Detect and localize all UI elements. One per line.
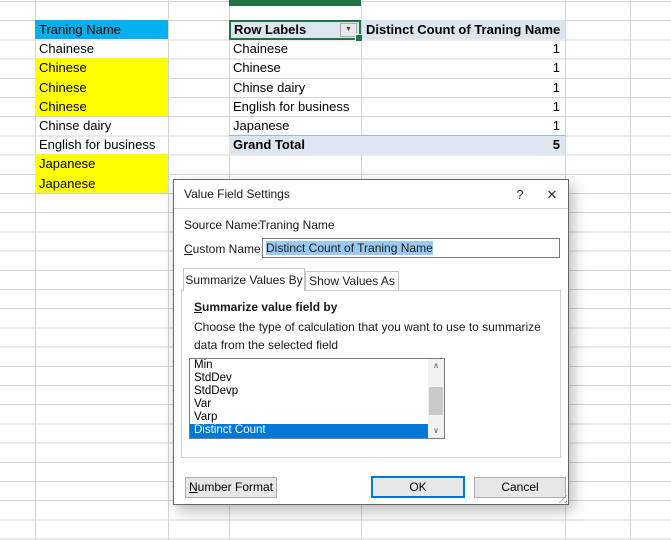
summarize-field-heading: Summarize value field by bbox=[194, 300, 337, 314]
dialog-title: Value Field Settings bbox=[184, 187, 504, 201]
grand-total-value: 5 bbox=[553, 136, 560, 154]
cell-source-row[interactable]: Chinese bbox=[35, 78, 168, 97]
cell-source-row[interactable]: Japanese bbox=[35, 174, 168, 193]
value-field-settings-dialog: Value Field Settings ? ✕ Source Name: Tr… bbox=[173, 179, 569, 505]
help-button[interactable]: ? bbox=[504, 181, 536, 208]
cell-source-row[interactable]: Chainese bbox=[35, 39, 168, 58]
source-name-value: Traning Name bbox=[259, 218, 335, 232]
grand-total-label: Grand Total bbox=[233, 136, 305, 154]
close-icon: ✕ bbox=[547, 187, 558, 202]
cell-pivot-value-header[interactable]: Distinct Count of Traning Name bbox=[362, 20, 565, 39]
help-icon: ? bbox=[516, 187, 523, 202]
custom-name-label: Custom Name: bbox=[184, 242, 264, 256]
list-item[interactable]: Var bbox=[190, 398, 428, 411]
listbox-scrollbar[interactable]: ∧ ∨ bbox=[428, 359, 444, 438]
cell-pivot-value[interactable]: 1 bbox=[361, 58, 565, 77]
column-gridline bbox=[630, 0, 631, 540]
list-item[interactable]: StdDev bbox=[190, 372, 428, 385]
scroll-down-icon[interactable]: ∨ bbox=[428, 424, 444, 438]
cell-source-row[interactable]: Chinese bbox=[35, 97, 168, 116]
cell-pivot-row-label[interactable]: Chinese bbox=[229, 58, 361, 77]
description-line-1: Choose the type of calculation that you … bbox=[194, 320, 541, 334]
custom-name-input[interactable]: Distinct Count of Traning Name bbox=[262, 238, 560, 258]
description-line-2: data from the selected field bbox=[194, 338, 338, 352]
cell-pivot-row-label[interactable]: Chinse dairy bbox=[229, 78, 361, 97]
list-item-selected[interactable]: Distinct Count bbox=[190, 424, 428, 437]
close-button[interactable]: ✕ bbox=[536, 181, 568, 208]
number-format-button[interactable]: Number Format bbox=[185, 477, 277, 498]
cell-source-row[interactable]: Chinese bbox=[35, 58, 168, 77]
row-labels-text: Row Labels bbox=[234, 22, 306, 37]
cell-pivot-row-label[interactable]: Japanese bbox=[229, 116, 361, 135]
cell-pivot-value[interactable]: 1 bbox=[361, 116, 565, 135]
cell-pivot-row-label[interactable]: Chainese bbox=[229, 39, 361, 58]
cell-pivot-row-label[interactable]: English for business bbox=[229, 97, 361, 116]
scrollbar-thumb[interactable] bbox=[429, 387, 443, 415]
custom-name-selected-text: Distinct Count of Traning Name bbox=[266, 241, 433, 255]
tab-summarize-values-by[interactable]: Summarize Values By bbox=[183, 268, 305, 291]
cancel-button[interactable]: Cancel bbox=[474, 477, 566, 498]
scroll-up-icon[interactable]: ∧ bbox=[428, 359, 444, 373]
list-item[interactable]: Varp bbox=[190, 411, 428, 424]
list-item[interactable]: StdDevp bbox=[190, 385, 428, 398]
cell-pivot-value[interactable]: 1 bbox=[361, 97, 565, 116]
dialog-titlebar[interactable]: Value Field Settings ? ✕ bbox=[174, 180, 568, 209]
list-item[interactable]: Min bbox=[190, 359, 428, 372]
ok-button[interactable]: OK bbox=[371, 476, 465, 498]
column-gridline bbox=[168, 0, 169, 540]
pivot-grand-total-row[interactable]: Grand Total 5 bbox=[229, 135, 565, 154]
cell-pivot-value[interactable]: 1 bbox=[361, 39, 565, 58]
cell-source-header[interactable]: Traning Name bbox=[35, 20, 168, 39]
cell-pivot-row-labels[interactable]: Row Labels ▼ bbox=[229, 20, 361, 40]
source-name-label: Source Name: bbox=[184, 218, 261, 232]
cell-source-row[interactable]: Japanese bbox=[35, 154, 168, 173]
tab-show-values-as[interactable]: Show Values As bbox=[305, 271, 399, 291]
cell-source-row[interactable]: English for business bbox=[35, 135, 168, 154]
cell-source-row[interactable]: Chinse dairy bbox=[35, 116, 168, 135]
selection-outline-remnant bbox=[229, 0, 361, 6]
calculation-type-listbox[interactable]: Min StdDev StdDevp Var Varp Distinct Cou… bbox=[189, 358, 445, 439]
cell-pivot-value[interactable]: 1 bbox=[361, 78, 565, 97]
filter-dropdown-icon: ▼ bbox=[345, 26, 352, 33]
